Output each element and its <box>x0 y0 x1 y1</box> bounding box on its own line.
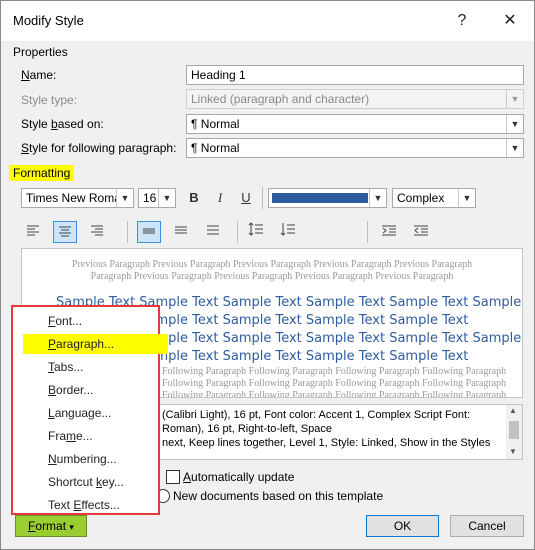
style-type-select: Linked (paragraph and character) ▼ <box>186 89 524 109</box>
script-select[interactable]: Complex ▼ <box>392 188 476 208</box>
following-paragraph-line: Following Paragraph Following Paragraph … <box>162 366 507 377</box>
single-spacing-button[interactable] <box>137 221 161 243</box>
menu-item-shortcut-key[interactable]: Shortcut key... <box>48 472 124 492</box>
single-spacing-icon <box>143 228 155 234</box>
align-left-button[interactable] <box>21 221 45 243</box>
new-docs-label: New documents based on this template <box>173 489 384 503</box>
auto-update-checkbox[interactable] <box>166 470 180 484</box>
underline-button[interactable]: U <box>234 187 258 209</box>
font-size-select[interactable]: 16 ▼ <box>138 188 176 208</box>
menu-item-border[interactable]: Border... <box>48 380 93 400</box>
font-select[interactable]: Times New Roman ▼ <box>21 188 134 208</box>
align-center-button[interactable] <box>53 221 77 243</box>
decrease-indent-button[interactable] <box>377 221 401 243</box>
chevron-down-icon: ▾ <box>69 522 74 532</box>
description-line: (Calibri Light), 16 pt, Font color: Acce… <box>162 409 471 421</box>
previous-paragraph-line: Paragraph Previous Paragraph Previous Pa… <box>90 271 454 282</box>
scroll-down-icon[interactable]: ▼ <box>509 447 517 456</box>
description-line: next, Keep lines together, Level 1, Styl… <box>162 437 491 449</box>
menu-item-tabs[interactable]: Tabs... <box>48 357 83 377</box>
modify-style-dialog: Modify Style ? ✕ Properties Name: Headin… <box>0 0 535 550</box>
description-scrollbar[interactable]: ▲ ▼ <box>506 405 522 459</box>
chevron-down-icon[interactable]: ▼ <box>369 189 386 207</box>
chevron-down-icon[interactable]: ▼ <box>506 115 523 133</box>
space-before-icon <box>248 222 263 236</box>
indent-left-icon <box>382 225 396 236</box>
based-on-label: Style based on: <box>21 117 104 131</box>
increase-indent-button[interactable] <box>409 221 433 243</box>
dialog-title: Modify Style <box>13 13 84 28</box>
space-before-button[interactable] <box>244 221 268 243</box>
one-half-spacing-button[interactable] <box>169 221 193 243</box>
menu-item-paragraph[interactable]: Paragraph... <box>23 334 168 354</box>
align-center-icon <box>59 226 71 237</box>
following-label: Style for following paragraph: <box>21 141 177 155</box>
toolbar-separator <box>262 187 263 209</box>
chevron-down-icon[interactable]: ▼ <box>158 189 175 207</box>
chevron-down-icon[interactable]: ▼ <box>506 139 523 157</box>
following-paragraph-line: Following Paragraph Following Paragraph … <box>162 378 507 389</box>
bold-button[interactable]: B <box>182 187 206 209</box>
scrollbar-thumb[interactable] <box>509 421 519 439</box>
auto-update-label: Automatically update <box>183 470 295 484</box>
menu-item-font[interactable]: Font... <box>48 311 82 331</box>
based-on-value: ¶ Normal <box>191 117 240 131</box>
font-color-select[interactable]: ▼ <box>268 188 387 208</box>
based-on-select[interactable]: ¶ Normal ▼ <box>186 114 524 134</box>
double-spacing-icon <box>207 225 219 235</box>
cancel-button[interactable]: Cancel <box>450 515 524 537</box>
following-paragraph-line: Following Paragraph Following Paragraph … <box>162 390 507 398</box>
properties-heading: Properties <box>13 45 68 59</box>
name-input[interactable]: Heading 1 <box>186 65 524 85</box>
following-select[interactable]: ¶ Normal ▼ <box>186 138 524 158</box>
toolbar-separator <box>237 221 238 243</box>
align-right-icon <box>91 225 103 236</box>
help-icon: ? <box>457 12 467 29</box>
style-type-value: Linked (paragraph and character) <box>191 92 370 106</box>
italic-button[interactable]: I <box>208 187 232 209</box>
toolbar-separator <box>127 221 128 243</box>
toolbar-separator <box>367 221 368 243</box>
font-size-value: 16 <box>143 191 157 205</box>
description-line: Roman), 16 pt, Right-to-left, Space <box>162 423 332 435</box>
space-after-button[interactable] <box>276 221 300 243</box>
close-button[interactable]: ✕ <box>497 9 523 33</box>
space-after-icon <box>280 223 295 236</box>
chevron-down-icon[interactable]: ▼ <box>458 189 475 207</box>
style-type-label: Style type: <box>21 93 78 107</box>
menu-item-numbering[interactable]: Numbering... <box>48 449 117 469</box>
chevron-down-icon: ▼ <box>506 90 523 108</box>
font-color-swatch <box>272 193 368 203</box>
one-half-spacing-icon <box>175 226 187 234</box>
align-right-button[interactable] <box>85 221 109 243</box>
help-button[interactable]: ? <box>449 9 475 33</box>
previous-paragraph-line: Previous Paragraph Previous Paragraph Pr… <box>71 259 473 270</box>
formatting-heading: Formatting <box>9 165 75 181</box>
menu-item-language[interactable]: Language... <box>48 403 111 423</box>
format-button-label-rest: ormat <box>35 519 67 533</box>
ok-button[interactable]: OK <box>366 515 439 537</box>
indent-right-icon <box>414 225 428 236</box>
font-value: Times New Roman <box>26 191 128 205</box>
close-icon: ✕ <box>503 12 517 29</box>
scroll-up-icon[interactable]: ▲ <box>509 406 517 415</box>
format-menu: Font... Paragraph... Tabs... Border... L… <box>11 305 168 515</box>
script-value: Complex <box>397 191 445 205</box>
name-label: Name: <box>21 68 57 82</box>
menu-item-text-effects[interactable]: Text Effects... <box>48 495 120 515</box>
align-left-icon <box>27 225 39 236</box>
following-value: ¶ Normal <box>191 141 240 155</box>
double-spacing-button[interactable] <box>201 221 225 243</box>
menu-item-frame[interactable]: Frame... <box>48 426 93 446</box>
format-button[interactable]: Format ▾ <box>15 515 87 537</box>
chevron-down-icon[interactable]: ▼ <box>116 189 133 207</box>
title-bar: Modify Style ? ✕ <box>1 1 534 41</box>
